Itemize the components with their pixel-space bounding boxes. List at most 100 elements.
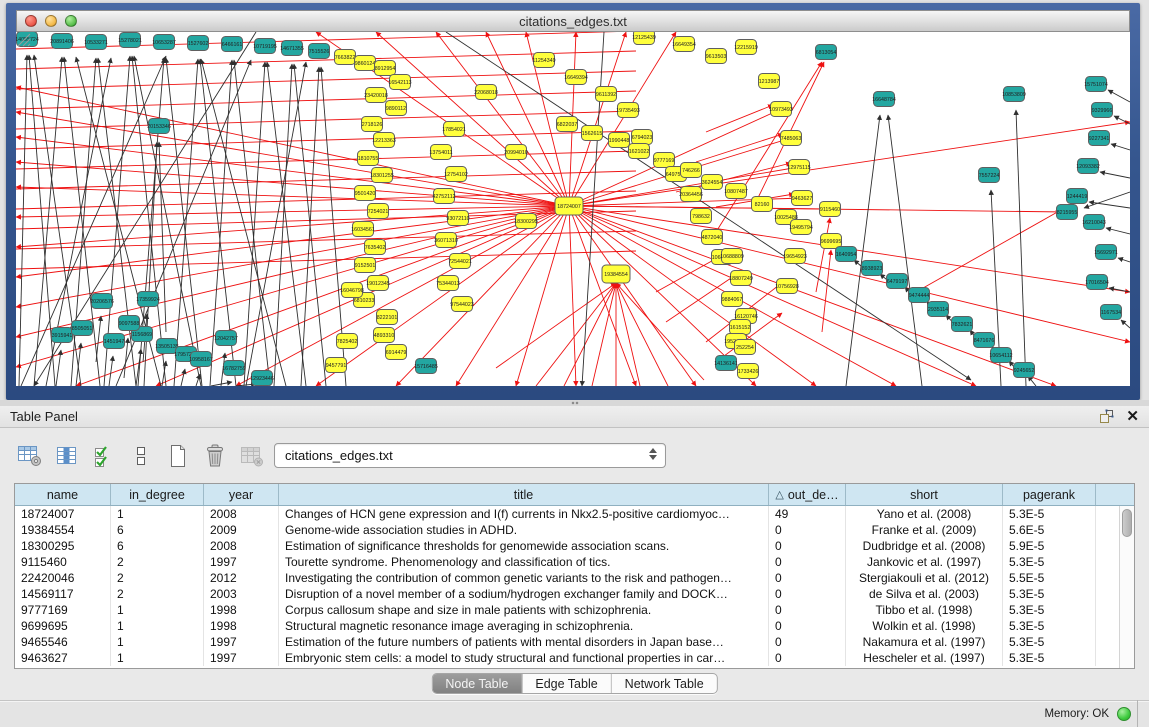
graph-edge[interactable] <box>234 60 270 386</box>
network-canvas[interactable]: 1405572420891406105332711527802110653287… <box>16 32 1130 386</box>
graph-edge[interactable] <box>16 112 569 206</box>
graph-node[interactable]: 20206576 <box>90 294 114 309</box>
graph-edge[interactable] <box>1100 172 1130 178</box>
graph-node[interactable]: 9097588 <box>119 316 140 331</box>
memory-status-icon[interactable] <box>1117 707 1131 721</box>
graph-node[interactable]: 7557224 <box>979 168 1000 183</box>
graph-node[interactable]: 20994010 <box>504 145 528 160</box>
graph-edge[interactable] <box>582 32 604 386</box>
table-row[interactable]: 1872400712008Changes of HCN gene express… <box>15 506 1119 522</box>
graph-node[interactable]: 12923446 <box>250 371 274 386</box>
graph-edge[interactable] <box>301 67 319 386</box>
graph-edge[interactable] <box>616 283 640 386</box>
graph-edge[interactable] <box>1084 192 1130 208</box>
graph-node[interactable]: 2935114 <box>928 302 949 317</box>
graph-node[interactable]: 8222101 <box>377 310 398 325</box>
graph-node[interactable]: 798632 <box>691 209 712 224</box>
graph-node[interactable]: 20891406 <box>50 34 74 49</box>
graph-node[interactable]: 746266 <box>681 163 702 178</box>
graph-node[interactable]: 3915941 <box>52 328 73 343</box>
graph-node[interactable]: 10654112 <box>989 348 1012 363</box>
network-window-titlebar[interactable]: citations_edges.txt <box>16 10 1130 32</box>
destroy-table-disabled-button[interactable] <box>238 442 266 470</box>
graph-edge[interactable] <box>144 142 157 386</box>
graph-node[interactable]: 15716485 <box>414 359 438 374</box>
graph-node[interactable]: 12215919 <box>734 40 758 55</box>
graph-node[interactable]: 12213363 <box>372 133 396 148</box>
graph-edge[interactable] <box>109 356 113 386</box>
network-graph[interactable]: 1405572420891406105332711527802110653287… <box>16 32 1130 386</box>
graph-node[interactable]: 6822037 <box>557 117 578 132</box>
graph-node[interactable]: 1167534 <box>1101 305 1122 320</box>
graph-node[interactable]: 9884067 <box>722 292 743 307</box>
graph-node[interactable]: 16782759 <box>222 361 246 376</box>
tab-edge-table[interactable]: Edge Table <box>522 674 611 693</box>
graph-edge[interactable] <box>16 206 569 277</box>
column-header-name[interactable]: name <box>15 484 111 505</box>
graph-node[interactable]: 17854021 <box>442 122 466 137</box>
create-table-button[interactable] <box>164 442 192 470</box>
graph-node[interactable]: 16210043 <box>1082 215 1106 230</box>
graph-edge[interactable] <box>569 32 676 206</box>
graph-edge[interactable] <box>1111 144 1130 150</box>
graph-node[interactable]: 9227341 <box>1089 131 1110 146</box>
graph-edge[interactable] <box>174 59 198 386</box>
graph-node[interactable]: 1621022 <box>629 144 650 159</box>
graph-node[interactable]: 16034561 <box>351 222 375 237</box>
graph-node[interactable]: 82160 <box>752 197 773 212</box>
graph-node[interactable]: 93072110 <box>446 211 469 226</box>
graph-node[interactable]: 1810755 <box>358 151 379 166</box>
graph-node[interactable]: 18807249 <box>729 271 753 286</box>
table-settings-button[interactable] <box>16 442 44 470</box>
graph-edge[interactable] <box>1109 288 1130 292</box>
graph-edge[interactable] <box>446 32 971 380</box>
toggle-panels-button[interactable] <box>127 442 155 470</box>
graph-edge[interactable] <box>267 62 306 386</box>
graph-node[interactable]: 7485063 <box>781 131 802 146</box>
graph-node[interactable]: 1527602 <box>188 36 209 51</box>
graph-node[interactable]: 4893310 <box>374 328 395 343</box>
graph-edge[interactable] <box>1089 202 1130 208</box>
graph-node[interactable]: 72544021 <box>448 254 472 269</box>
table-vertical-scrollbar[interactable] <box>1119 506 1134 668</box>
graph-node[interactable]: 1244419 <box>1067 189 1088 204</box>
graph-node[interactable]: 8938923 <box>862 261 883 276</box>
graph-node[interactable]: 19012345 <box>366 276 390 291</box>
table-row[interactable]: 969969511998Structural magnetic resonanc… <box>15 618 1119 634</box>
graph-edge[interactable] <box>16 162 569 206</box>
graph-node[interactable]: 1990448 <box>609 133 630 148</box>
graph-node[interactable]: 10756928 <box>775 279 799 294</box>
column-header-pagerank[interactable]: pagerank <box>1003 484 1096 505</box>
graph-edge[interactable] <box>696 134 783 162</box>
close-panel-icon[interactable]: ✕ <box>1126 409 1139 424</box>
graph-edge[interactable] <box>616 283 704 380</box>
column-header-short[interactable]: short <box>846 484 1003 505</box>
graph-edge[interactable] <box>1108 90 1130 102</box>
table-selector-dropdown[interactable]: citations_edges.txt <box>274 443 666 468</box>
graph-node[interactable]: 1615152 <box>730 320 751 335</box>
graph-node[interactable]: 8471676 <box>974 333 995 348</box>
graph-node[interactable]: 6813054 <box>816 45 837 60</box>
table-row[interactable]: 2242004622012Investigating the contribut… <box>15 570 1119 586</box>
graph-edge[interactable] <box>16 187 569 206</box>
graph-edge[interactable] <box>244 62 265 386</box>
graph-node[interactable]: 18300295 <box>514 214 538 229</box>
graph-edge[interactable] <box>96 316 101 362</box>
show-column-button[interactable] <box>53 442 81 470</box>
graph-node[interactable]: 19735493 <box>616 103 640 118</box>
graph-edge[interactable] <box>159 142 166 332</box>
graph-node[interactable]: 6479197 <box>887 274 908 289</box>
graph-node[interactable]: 7254021 <box>368 204 389 219</box>
graph-node[interactable]: 97544023 <box>450 297 474 312</box>
split-pane-handle-icon[interactable] <box>571 401 579 405</box>
table-row[interactable]: 946362711997Embryonic stem cells: a mode… <box>15 650 1119 666</box>
graph-node[interactable]: 17016504 <box>1085 275 1109 290</box>
graph-node[interactable]: 17359924 <box>136 292 160 307</box>
graph-node[interactable]: 7663822 <box>335 50 356 65</box>
graph-node[interactable]: 10688809 <box>720 249 744 264</box>
graph-node[interactable]: 36071310 <box>434 233 458 248</box>
graph-edge[interactable] <box>496 283 616 368</box>
graph-node[interactable]: 9115460 <box>820 202 841 217</box>
table-row[interactable]: 1456911722003Disruption of a novel membe… <box>15 586 1119 602</box>
graph-edge[interactable] <box>246 62 306 386</box>
